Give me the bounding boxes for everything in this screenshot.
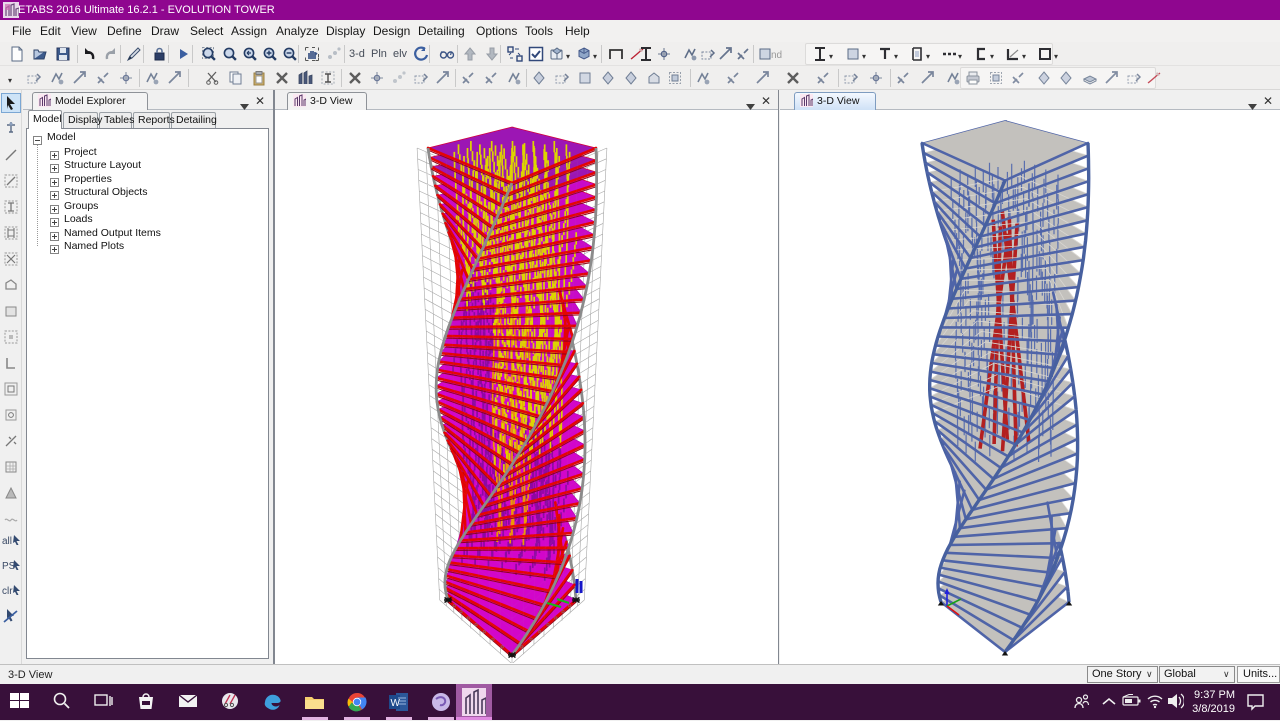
svg-text:nd: nd [771, 50, 782, 61]
